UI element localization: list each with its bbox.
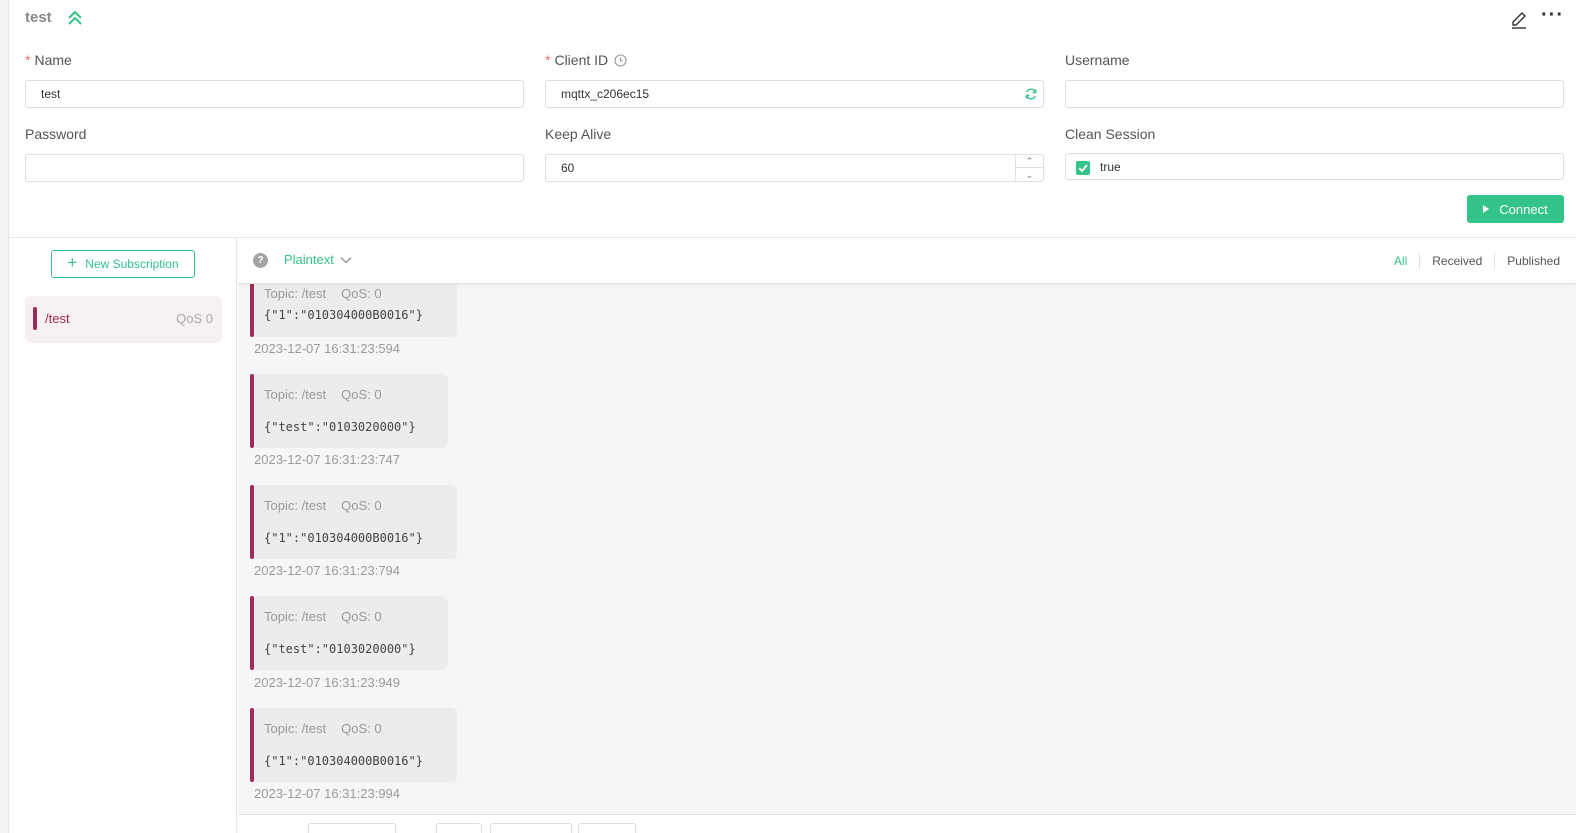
publish-control[interactable]	[578, 823, 636, 833]
new-subscription-button[interactable]: + New Subscription	[51, 250, 195, 278]
left-edge-strip	[0, 0, 9, 833]
message-toolbar: ? Plaintext All Received Published	[238, 238, 1576, 284]
publish-control[interactable]	[490, 823, 572, 833]
edit-icon[interactable]	[1509, 10, 1529, 30]
username-input[interactable]	[1065, 80, 1564, 108]
clean-session-label: Clean Session	[1065, 126, 1156, 142]
more-icon[interactable]: ···	[1541, 5, 1563, 28]
name-label: * Name	[25, 52, 72, 68]
message-item[interactable]: Topic: /test QoS: 0 {"test":"0103020000"}	[250, 374, 448, 448]
topic-color-bar	[250, 485, 254, 559]
publish-control[interactable]	[308, 823, 396, 833]
message-item[interactable]: Topic: /test QoS: 0 {"1":"010304000B0016"…	[250, 284, 457, 337]
plus-icon: +	[67, 253, 78, 272]
required-mark: *	[545, 52, 551, 68]
filter-tab-published[interactable]: Published	[1495, 254, 1572, 268]
topic-color-bar	[250, 596, 254, 670]
filter-tab-all[interactable]: All	[1382, 254, 1419, 268]
chevron-down-icon	[340, 256, 352, 263]
topic-color-bar	[250, 708, 254, 782]
message-item[interactable]: Topic: /test QoS: 0 {"1":"010304000B0016"…	[250, 708, 457, 782]
filter-tab-received[interactable]: Received	[1420, 254, 1494, 268]
message-meta: Topic: /test QoS: 0	[264, 286, 382, 301]
subscription-item[interactable]: /test QoS 0	[25, 296, 222, 343]
message-filter-tabs: All Received Published	[1382, 253, 1572, 269]
publish-bar	[238, 814, 1576, 833]
decrement-icon[interactable]: ⌄	[1016, 168, 1043, 181]
client-id-input[interactable]: mqttx_c206ec15	[545, 80, 1044, 108]
message-payload: {"1":"010304000B0016"}	[264, 754, 423, 768]
connect-button[interactable]: Connect	[1467, 195, 1564, 223]
help-icon[interactable]: ?	[253, 253, 268, 268]
message-timestamp: 2023-12-07 16:31:23:594	[254, 341, 401, 356]
message-meta: Topic: /test QoS: 0	[264, 387, 382, 402]
message-payload: {"1":"010304000B0016"}	[264, 531, 423, 545]
stepper-controls: ⌃ ⌄	[1015, 155, 1043, 181]
name-input[interactable]: test	[25, 80, 524, 108]
message-list[interactable]: Topic: /test QoS: 0 {"1":"010304000B0016"…	[238, 284, 1576, 814]
refresh-icon[interactable]	[1024, 87, 1038, 101]
play-icon	[1483, 205, 1490, 213]
keep-alive-label: Keep Alive	[545, 126, 612, 142]
username-label: Username	[1065, 52, 1130, 68]
message-meta: Topic: /test QoS: 0	[264, 721, 382, 736]
clean-session-checkbox[interactable]	[1076, 161, 1090, 175]
message-item[interactable]: Topic: /test QoS: 0 {"test":"0103020000"}	[250, 596, 448, 670]
subscription-qos: QoS 0	[176, 311, 213, 326]
message-timestamp: 2023-12-07 16:31:23:794	[254, 563, 401, 578]
chevrons-up-icon[interactable]	[66, 9, 84, 27]
subscriptions-pane: + New Subscription /test QoS 0	[9, 238, 237, 833]
message-meta: Topic: /test QoS: 0	[264, 609, 382, 624]
message-meta: Topic: /test QoS: 0	[264, 498, 382, 513]
topic-color-bar	[250, 284, 254, 337]
subscription-topic: /test	[45, 311, 70, 326]
topic-color-bar	[33, 307, 37, 330]
connection-title: test	[25, 9, 52, 26]
message-timestamp: 2023-12-07 16:31:23:994	[254, 786, 401, 801]
message-timestamp: 2023-12-07 16:31:23:949	[254, 675, 401, 690]
clean-session-field: true	[1065, 153, 1564, 180]
message-payload: {"1":"010304000B0016"}	[264, 308, 423, 322]
clean-session-value: true	[1100, 160, 1121, 174]
message-payload: {"test":"0103020000"}	[264, 420, 416, 434]
publish-control[interactable]	[436, 823, 482, 833]
check-icon	[1078, 164, 1088, 173]
message-timestamp: 2023-12-07 16:31:23:747	[254, 452, 401, 467]
password-input[interactable]	[25, 154, 524, 182]
message-payload: {"test":"0103020000"}	[264, 642, 416, 656]
clock-icon[interactable]	[614, 54, 627, 67]
message-item[interactable]: Topic: /test QoS: 0 {"1":"010304000B0016"…	[250, 485, 457, 559]
client-id-label: * Client ID	[545, 52, 627, 68]
required-mark: *	[25, 52, 31, 68]
keep-alive-stepper[interactable]: 60 ⌃ ⌄	[545, 154, 1044, 182]
payload-format-select[interactable]: Plaintext	[284, 252, 352, 267]
topic-color-bar	[250, 374, 254, 448]
password-label: Password	[25, 126, 87, 142]
